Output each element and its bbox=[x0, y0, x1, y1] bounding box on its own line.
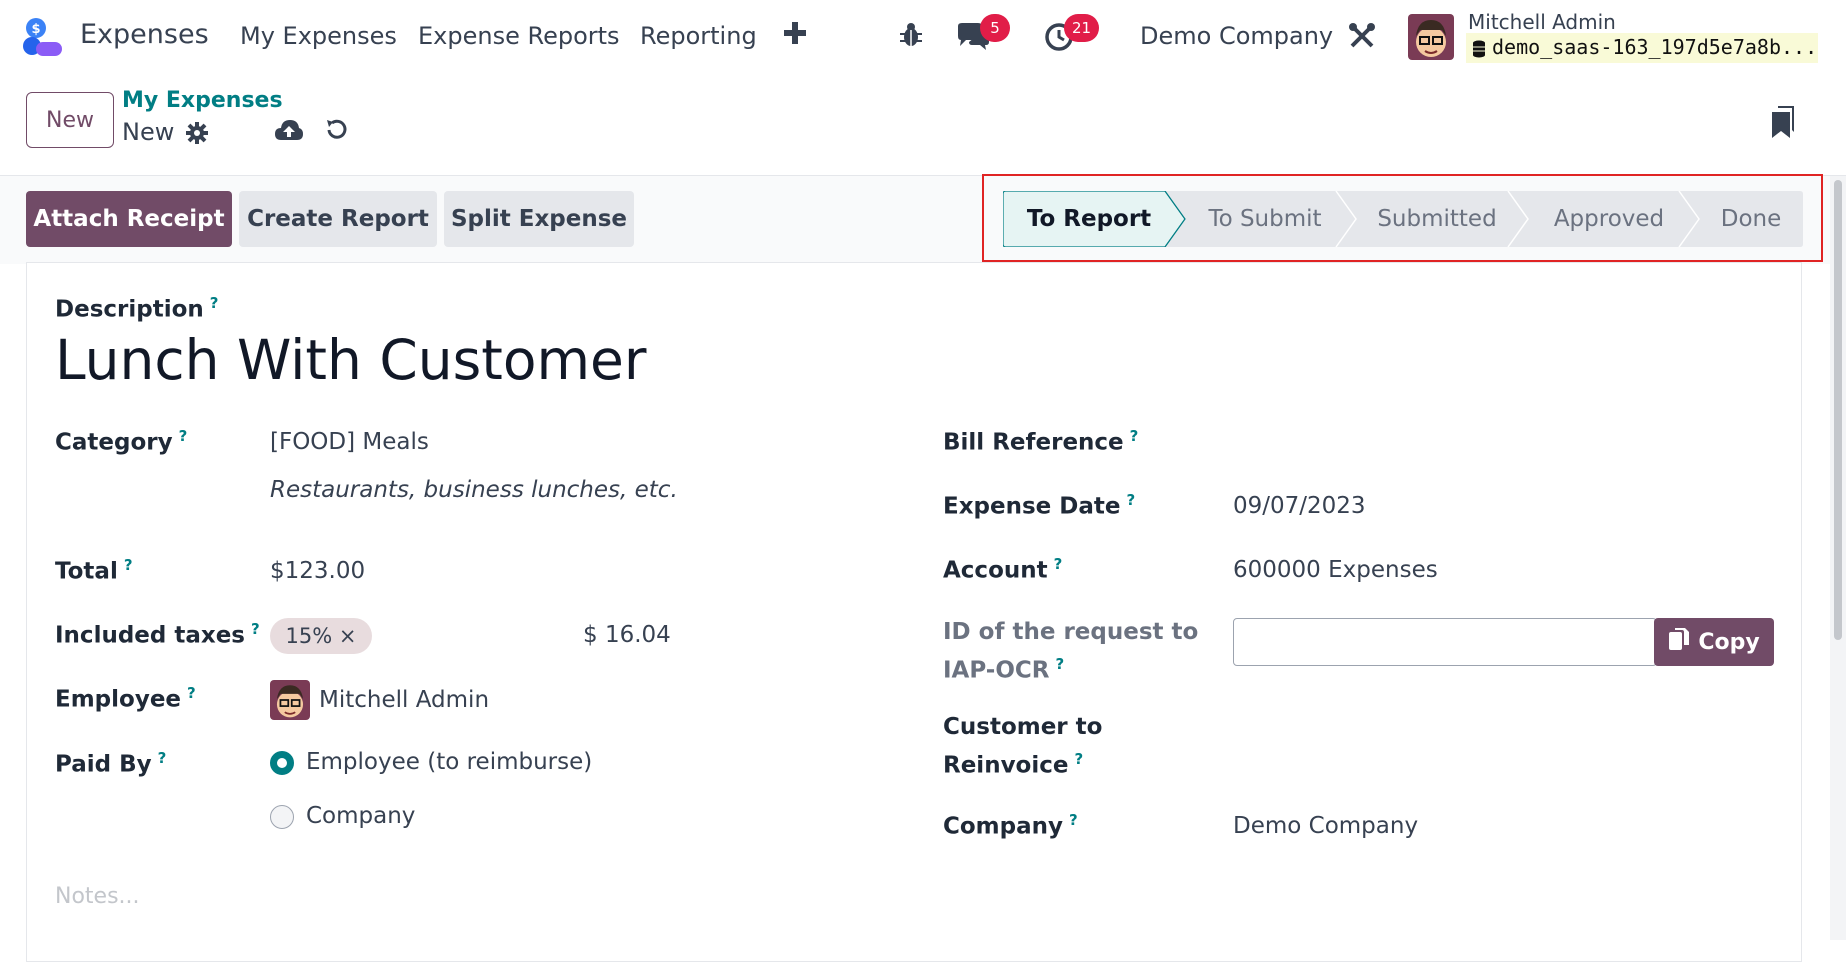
help-icon[interactable]: ? bbox=[1054, 555, 1063, 573]
database-name: demo_saas-163_197d5e7a8b... bbox=[1466, 33, 1818, 63]
help-icon[interactable]: ? bbox=[1069, 811, 1078, 829]
category-label: Category? bbox=[55, 427, 188, 456]
activities-badge: 21 bbox=[1064, 14, 1100, 42]
radio-employee[interactable] bbox=[270, 751, 294, 775]
database-label: demo_saas-163_197d5e7a8b... bbox=[1492, 35, 1818, 59]
messages-badge: 5 bbox=[980, 14, 1010, 42]
help-icon[interactable]: ? bbox=[1074, 750, 1083, 768]
total-label: Total? bbox=[55, 556, 133, 585]
highlight-annotation bbox=[982, 174, 1823, 262]
account-field[interactable]: 600000 Expenses bbox=[1233, 557, 1438, 583]
help-icon[interactable]: ? bbox=[1056, 655, 1065, 673]
expense-date-label: Expense Date? bbox=[943, 491, 1136, 520]
menu-reporting[interactable]: Reporting bbox=[640, 22, 757, 50]
split-expense-button[interactable]: Split Expense bbox=[444, 191, 634, 247]
svg-text:$: $ bbox=[31, 22, 40, 37]
company-field[interactable]: Demo Company bbox=[1233, 813, 1418, 839]
included-taxes-label: Included taxes? bbox=[55, 620, 260, 649]
help-icon[interactable]: ? bbox=[1127, 491, 1136, 509]
radio-company[interactable] bbox=[270, 805, 294, 829]
user-avatar[interactable] bbox=[1408, 14, 1454, 60]
bookmark-icon[interactable] bbox=[1772, 106, 1796, 142]
gear-icon[interactable] bbox=[186, 122, 208, 148]
paid-by-label: Paid By? bbox=[55, 749, 167, 778]
attach-receipt-button[interactable]: Attach Receipt bbox=[26, 191, 232, 247]
notes-field[interactable]: Notes... bbox=[55, 884, 140, 909]
category-hint: Restaurants, business lunches, etc. bbox=[270, 477, 678, 503]
app-name[interactable]: Expenses bbox=[80, 19, 209, 50]
employee-label: Employee? bbox=[55, 684, 196, 713]
help-icon[interactable]: ? bbox=[1130, 427, 1139, 445]
expenses-app-icon[interactable]: $ bbox=[22, 16, 64, 58]
help-icon[interactable]: ? bbox=[251, 620, 260, 638]
help-icon[interactable]: ? bbox=[124, 556, 133, 574]
help-icon[interactable]: ? bbox=[158, 749, 167, 767]
help-icon[interactable]: ? bbox=[179, 427, 188, 445]
copy-label: Copy bbox=[1698, 629, 1760, 655]
iap-ocr-label-line2: IAP-OCR? bbox=[943, 655, 1065, 684]
help-icon[interactable]: ? bbox=[187, 684, 196, 702]
discard-icon[interactable] bbox=[324, 118, 348, 146]
bill-reference-label: Bill Reference? bbox=[943, 427, 1139, 456]
customer-reinvoice-label-line1: Customer to bbox=[943, 714, 1103, 740]
create-report-button[interactable]: Create Report bbox=[239, 191, 437, 247]
total-field[interactable]: $123.00 bbox=[270, 558, 365, 584]
scrollbar-thumb[interactable] bbox=[1834, 180, 1842, 640]
breadcrumb-my-expenses[interactable]: My Expenses bbox=[122, 88, 283, 113]
expense-date-field[interactable]: 09/07/2023 bbox=[1233, 493, 1366, 519]
top-navbar: $ Expenses My Expenses Expense Reports R… bbox=[0, 0, 1846, 76]
menu-expense-reports[interactable]: Expense Reports bbox=[418, 22, 620, 50]
help-icon[interactable]: ? bbox=[210, 294, 219, 312]
account-label: Account? bbox=[943, 555, 1063, 584]
tax-tag[interactable]: 15% × bbox=[270, 618, 372, 654]
copy-button[interactable]: Copy bbox=[1654, 618, 1774, 666]
tax-amount: $ 16.04 bbox=[583, 622, 671, 648]
customer-reinvoice-label-line2: Reinvoice? bbox=[943, 750, 1084, 779]
bug-icon[interactable] bbox=[898, 22, 924, 52]
tools-icon[interactable] bbox=[1348, 22, 1376, 54]
plus-icon[interactable] bbox=[784, 22, 806, 48]
radio-employee-label[interactable]: Employee (to reimburse) bbox=[306, 749, 592, 775]
copy-icon bbox=[1668, 627, 1690, 657]
iap-ocr-label-line1: ID of the request to bbox=[943, 619, 1199, 645]
company-switcher[interactable]: Demo Company bbox=[1140, 22, 1333, 50]
iap-ocr-input[interactable] bbox=[1233, 618, 1657, 666]
description-label: Description? bbox=[55, 294, 219, 323]
employee-field[interactable]: Mitchell Admin bbox=[319, 687, 489, 713]
employee-avatar bbox=[270, 680, 310, 720]
database-icon bbox=[1472, 39, 1486, 63]
user-name[interactable]: Mitchell Admin bbox=[1468, 10, 1616, 34]
cloud-upload-icon[interactable] bbox=[274, 118, 304, 146]
radio-company-label[interactable]: Company bbox=[306, 803, 415, 829]
company-label: Company? bbox=[943, 811, 1078, 840]
new-button[interactable]: New bbox=[26, 92, 114, 148]
description-field[interactable]: Lunch With Customer bbox=[55, 328, 647, 392]
breadcrumb-current: New bbox=[122, 118, 175, 146]
category-field[interactable]: [FOOD] Meals bbox=[270, 429, 429, 455]
menu-my-expenses[interactable]: My Expenses bbox=[240, 22, 397, 50]
